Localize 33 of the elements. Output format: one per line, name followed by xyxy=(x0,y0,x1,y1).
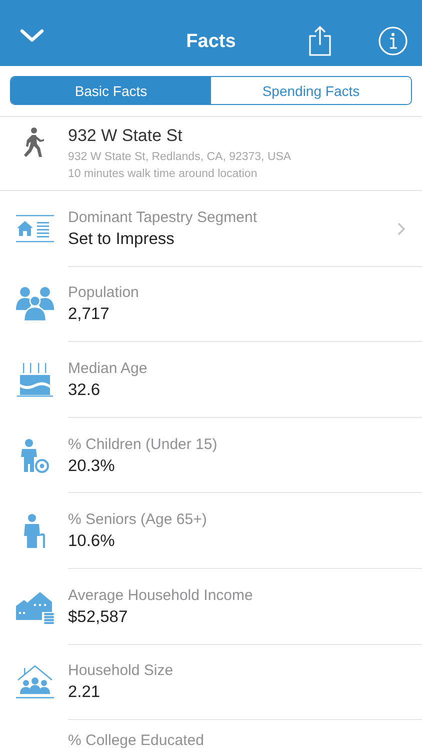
fact-label: % Seniors (Age 65+) xyxy=(68,511,208,528)
fact-value: $52,587 xyxy=(68,608,129,627)
location-address: 932 W State St, Redlands, CA, 92373, USA xyxy=(68,150,292,165)
fact-value: 20.3% xyxy=(68,456,116,476)
area-description: 10 minutes walk time around location xyxy=(68,167,258,182)
fact-label: Household Size xyxy=(68,662,174,680)
fact-label: % Children (Under 15) xyxy=(68,436,218,453)
nav-title: Facts xyxy=(185,31,237,53)
birthday-cake-icon xyxy=(17,362,53,397)
segment-tab[interactable]: Basic Facts xyxy=(11,77,211,104)
houses-with-coins-icon xyxy=(16,590,54,624)
fact-row[interactable]: Dominant Tapestry Segment Set to Impress xyxy=(0,191,422,267)
location-name: 932 W State St xyxy=(68,126,184,146)
share-icon[interactable] xyxy=(308,26,332,56)
fact-label: Average Household Income xyxy=(68,586,254,604)
chevron-down-icon[interactable] xyxy=(19,28,45,44)
walking-person-icon xyxy=(23,127,45,159)
fact-value: 2,717 xyxy=(68,305,110,324)
fact-value: 10.6% xyxy=(68,532,116,552)
people-group-icon xyxy=(16,286,54,322)
house-list-icon xyxy=(16,214,54,244)
chevron-right-icon xyxy=(397,222,406,236)
fact-value: 32.6 xyxy=(68,380,102,400)
fact-label: % College Educated xyxy=(68,732,205,750)
fact-label: Median Age xyxy=(68,360,148,377)
child-with-ball-icon xyxy=(21,438,49,473)
fact-value: 2.21 xyxy=(68,683,102,702)
info-icon[interactable] xyxy=(378,26,408,56)
fact-value: Set to Impress xyxy=(68,230,176,249)
senior-with-cane-icon xyxy=(23,514,47,548)
fact-label: Dominant Tapestry Segment xyxy=(68,208,258,226)
fact-label: Population xyxy=(68,284,140,302)
house-with-family-icon xyxy=(16,664,54,700)
